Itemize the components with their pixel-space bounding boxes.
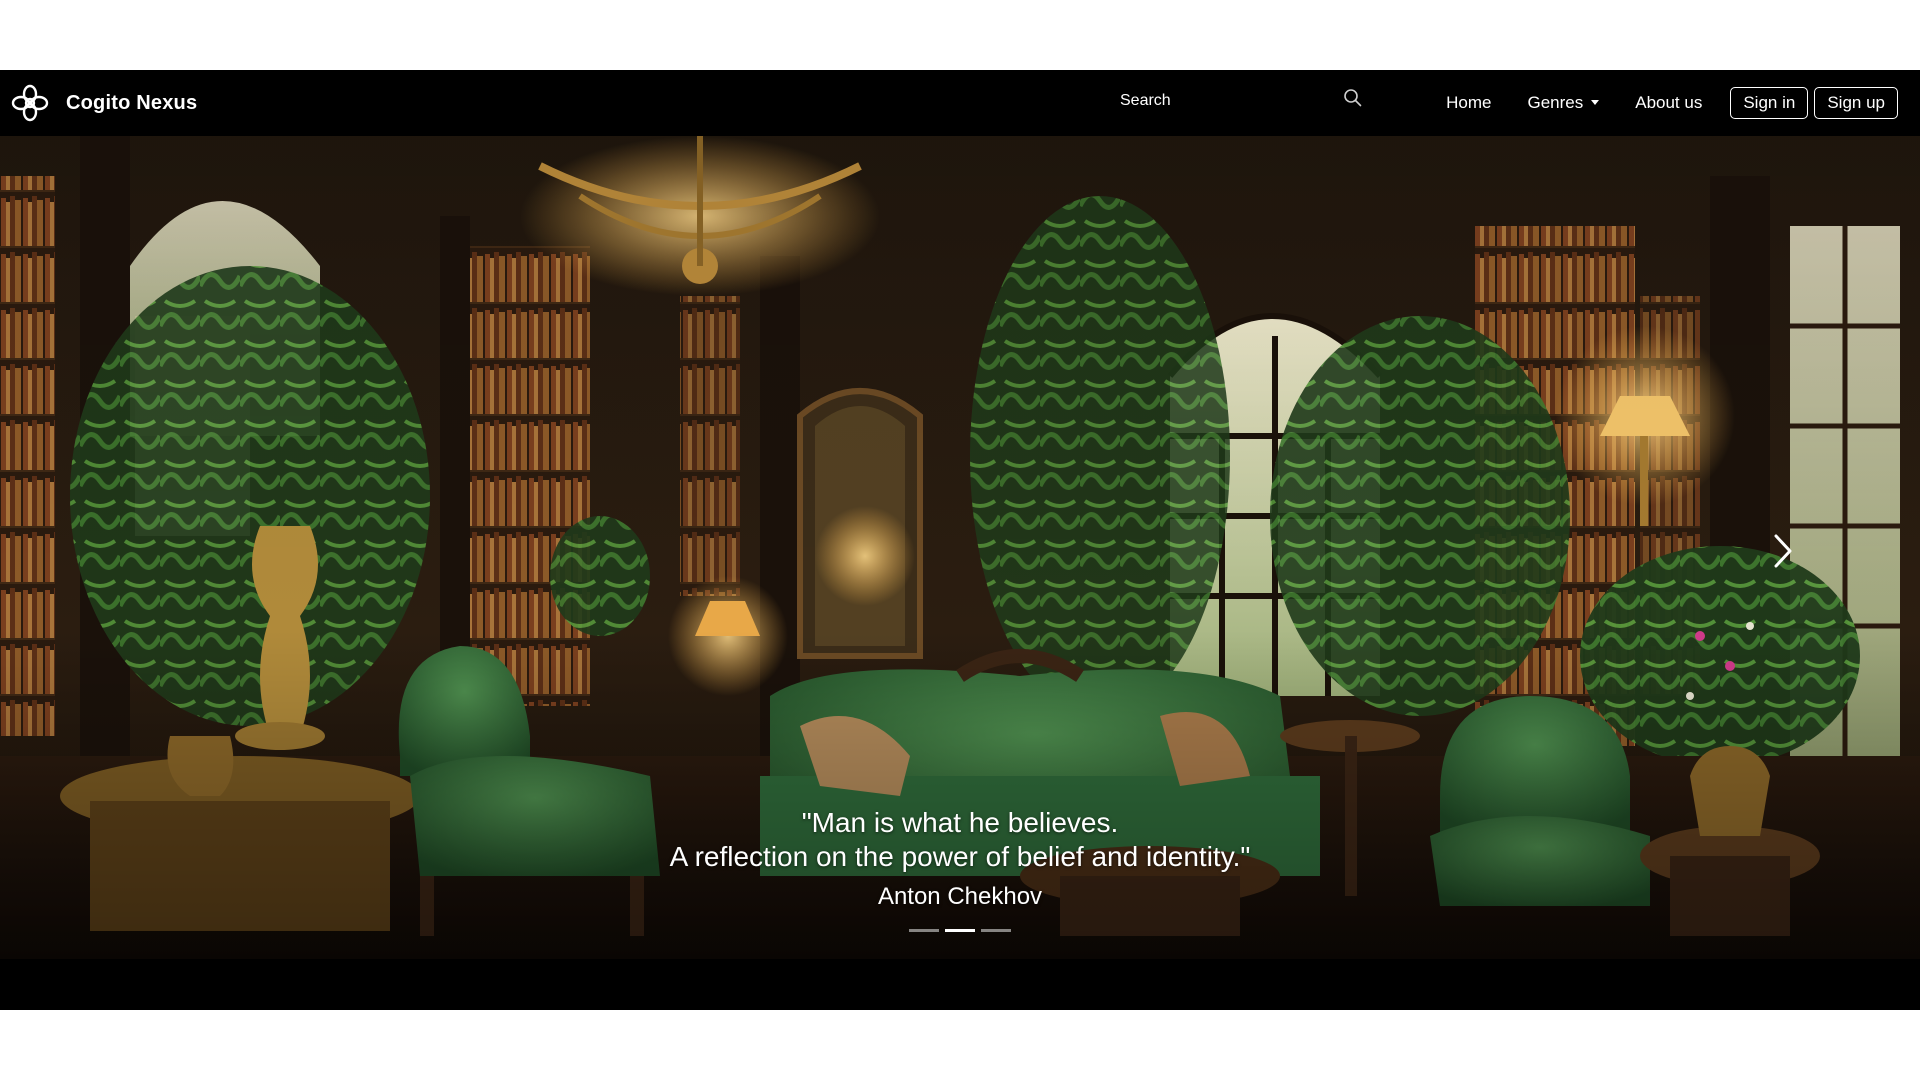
chevron-right-icon [1774,534,1792,568]
search-input[interactable] [1110,84,1336,118]
carousel-caption: "Man is what he believes. A reflection o… [0,806,1920,912]
chevron-left-icon [120,516,160,586]
nav-links: Home Genres About us Sign in Sign up [1428,70,1898,136]
carousel-indicator-3[interactable] [981,929,1011,932]
carousel-indicators [0,929,1920,932]
brand-link[interactable]: Cogito Nexus [10,83,197,123]
carousel-next-button[interactable] [1762,516,1802,586]
carousel-indicator-1[interactable] [909,929,939,932]
bottom-black-bar [0,959,1920,1010]
caret-down-icon [1591,99,1600,105]
quote-line-2: A reflection on the power of belief and … [669,841,1251,872]
nav-about-link[interactable]: About us [1617,70,1720,136]
sign-in-button[interactable]: Sign in [1730,87,1809,119]
celtic-knot-logo-icon [11,84,49,122]
page: Cogito Nexus Home Genres About us Sign i… [0,0,1920,1080]
nav-genres-dropdown[interactable]: Genres [1509,70,1617,136]
carousel-prev-button[interactable] [120,516,160,586]
nav-genres-label: Genres [1527,93,1584,112]
search-icon [1344,88,1362,106]
carousel-indicator-2[interactable] [945,929,975,932]
hero-carousel: "Man is what he believes. A reflection o… [0,136,1920,959]
sign-up-button[interactable]: Sign up [1814,87,1898,119]
quote-author: Anton Chekhov [877,883,1043,910]
search-form [1110,84,1370,118]
quote-line-1: "Man is what he believes. [801,807,1119,838]
search-button[interactable] [1336,84,1370,114]
top-navbar: Cogito Nexus Home Genres About us Sign i… [0,70,1920,136]
nav-home-link[interactable]: Home [1428,70,1509,136]
brand-name: Cogito Nexus [66,91,198,114]
